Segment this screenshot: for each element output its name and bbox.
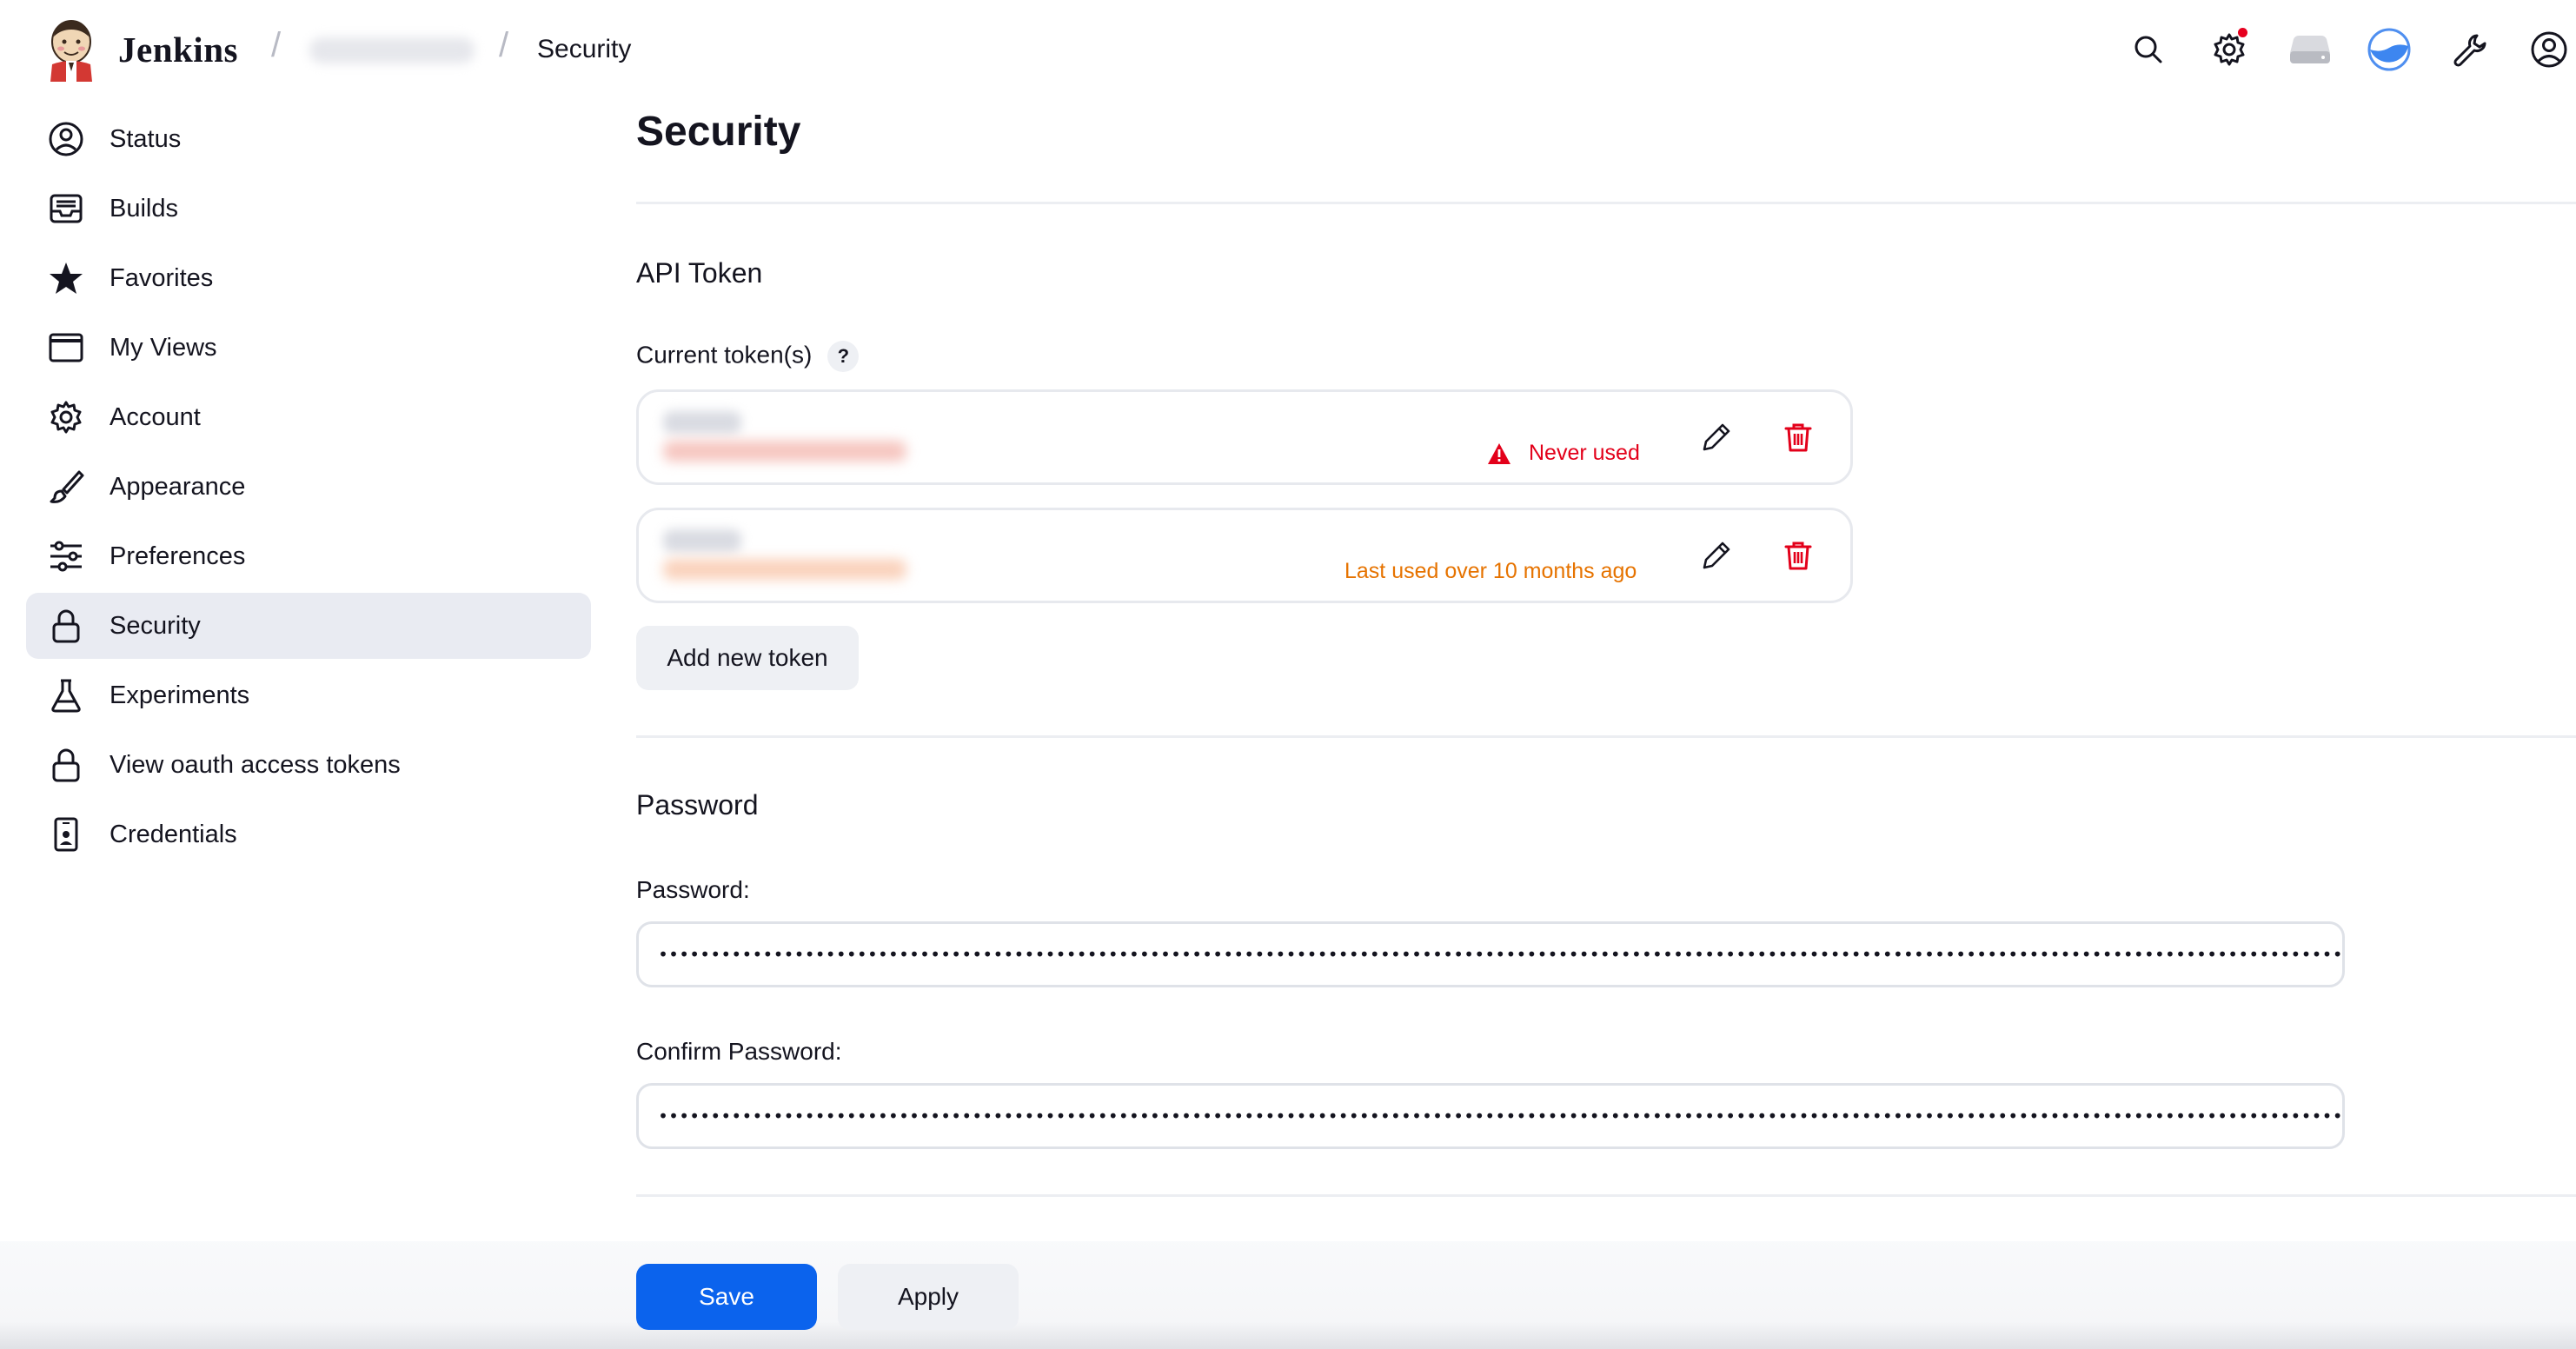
save-button[interactable]: Save xyxy=(636,1264,817,1330)
trash-icon xyxy=(1784,423,1812,452)
sidebar-item-label: Builds xyxy=(110,194,178,223)
sidebar-item-oauth-tokens[interactable]: View oauth access tokens xyxy=(26,732,591,798)
sidebar-item-my-views[interactable]: My Views xyxy=(26,315,591,381)
sidebar-item-label: Account xyxy=(110,402,201,431)
sidebar-item-preferences[interactable]: Preferences xyxy=(26,523,591,589)
bottom-shadow xyxy=(0,1321,2576,1349)
section-divider xyxy=(636,735,2576,738)
breadcrumb-separator: / xyxy=(499,26,509,64)
add-new-token-button[interactable]: Add new token xyxy=(636,626,859,690)
sidebar-item-label: Appearance xyxy=(110,472,246,501)
section-divider xyxy=(636,1194,2576,1197)
sidebar-item-experiments[interactable]: Experiments xyxy=(26,662,591,728)
page-title: Security xyxy=(636,109,801,155)
brand-name[interactable]: Jenkins xyxy=(118,29,238,70)
star-icon xyxy=(47,259,85,297)
token-status: Never used xyxy=(1487,441,1640,466)
sidebar-item-label: Status xyxy=(110,124,182,153)
sidebar-item-label: Security xyxy=(110,611,201,640)
user-circle-icon xyxy=(47,120,85,158)
sidebar-item-account[interactable]: Account xyxy=(26,384,591,450)
flask-icon xyxy=(47,676,85,714)
breadcrumb-current: Security xyxy=(537,35,632,63)
sidebar-item-label: Experiments xyxy=(110,681,250,709)
token-status-text: Last used over 10 months ago xyxy=(1344,559,1637,583)
edit-token-button[interactable] xyxy=(1692,413,1741,462)
token-card: Never used xyxy=(636,389,1853,485)
sidebar-item-label: Favorites xyxy=(110,263,214,292)
pencil-icon xyxy=(1703,423,1730,451)
lock-icon xyxy=(47,607,85,645)
sidebar-item-credentials[interactable]: Credentials xyxy=(26,801,591,867)
current-tokens-label-text: Current token(s) xyxy=(636,341,813,369)
inbox-icon xyxy=(47,189,85,228)
sidebar-item-favorites[interactable]: Favorites xyxy=(26,245,591,311)
warning-icon xyxy=(1488,442,1510,464)
password-section-title: Password xyxy=(636,789,759,821)
sidebar-item-builds[interactable]: Builds xyxy=(26,176,591,242)
lock-icon xyxy=(47,746,85,784)
confirm-password-label: Confirm Password: xyxy=(636,1038,842,1065)
token-status: Last used over 10 months ago xyxy=(1344,559,1637,584)
sidebar-item-label: Credentials xyxy=(110,820,237,848)
sidebar-item-security[interactable]: Security xyxy=(26,593,591,659)
sidebar-item-label: My Views xyxy=(110,333,217,362)
trash-icon xyxy=(1784,542,1812,570)
token-uuid-redacted xyxy=(663,441,906,462)
confirm-password-field[interactable]: ••••••••••••••••••••••••••••••••••••••••… xyxy=(636,1083,2345,1149)
sidebar-item-label: Preferences xyxy=(110,542,246,570)
delete-token-button[interactable] xyxy=(1774,413,1822,462)
jenkins-logo-icon[interactable] xyxy=(43,16,99,83)
section-divider xyxy=(636,202,2576,204)
token-name-redacted xyxy=(663,411,741,434)
edit-token-button[interactable] xyxy=(1692,531,1741,580)
gear-icon xyxy=(47,398,85,436)
sidebar-item-appearance[interactable]: Appearance xyxy=(26,454,591,520)
token-name-redacted xyxy=(663,529,741,552)
token-uuid-redacted xyxy=(663,559,906,580)
api-token-title: API Token xyxy=(636,257,763,289)
token-status-text: Never used xyxy=(1529,441,1640,465)
token-card: Last used over 10 months ago xyxy=(636,508,1853,603)
breadcrumb-user-redacted[interactable] xyxy=(309,37,475,63)
password-field[interactable]: ••••••••••••••••••••••••••••••••••••••••… xyxy=(636,921,2345,987)
sidebar: Status Builds Favorites My Views Account… xyxy=(26,106,591,871)
sidebar-item-label: View oauth access tokens xyxy=(110,750,401,779)
phone-badge-icon xyxy=(47,815,85,854)
breadcrumb-separator: / xyxy=(271,26,282,64)
window-icon xyxy=(47,329,85,367)
delete-token-button[interactable] xyxy=(1774,531,1822,580)
current-tokens-label: Current token(s)? xyxy=(636,341,860,372)
main-content: Security API Token Current token(s)? Nev… xyxy=(636,0,2576,1349)
apply-button[interactable]: Apply xyxy=(838,1264,1019,1330)
sliders-icon xyxy=(47,537,85,575)
password-label: Password: xyxy=(636,876,750,903)
brush-icon xyxy=(47,468,85,506)
pencil-icon xyxy=(1703,542,1730,569)
help-badge[interactable]: ? xyxy=(827,341,860,372)
sidebar-item-status[interactable]: Status xyxy=(26,106,591,172)
